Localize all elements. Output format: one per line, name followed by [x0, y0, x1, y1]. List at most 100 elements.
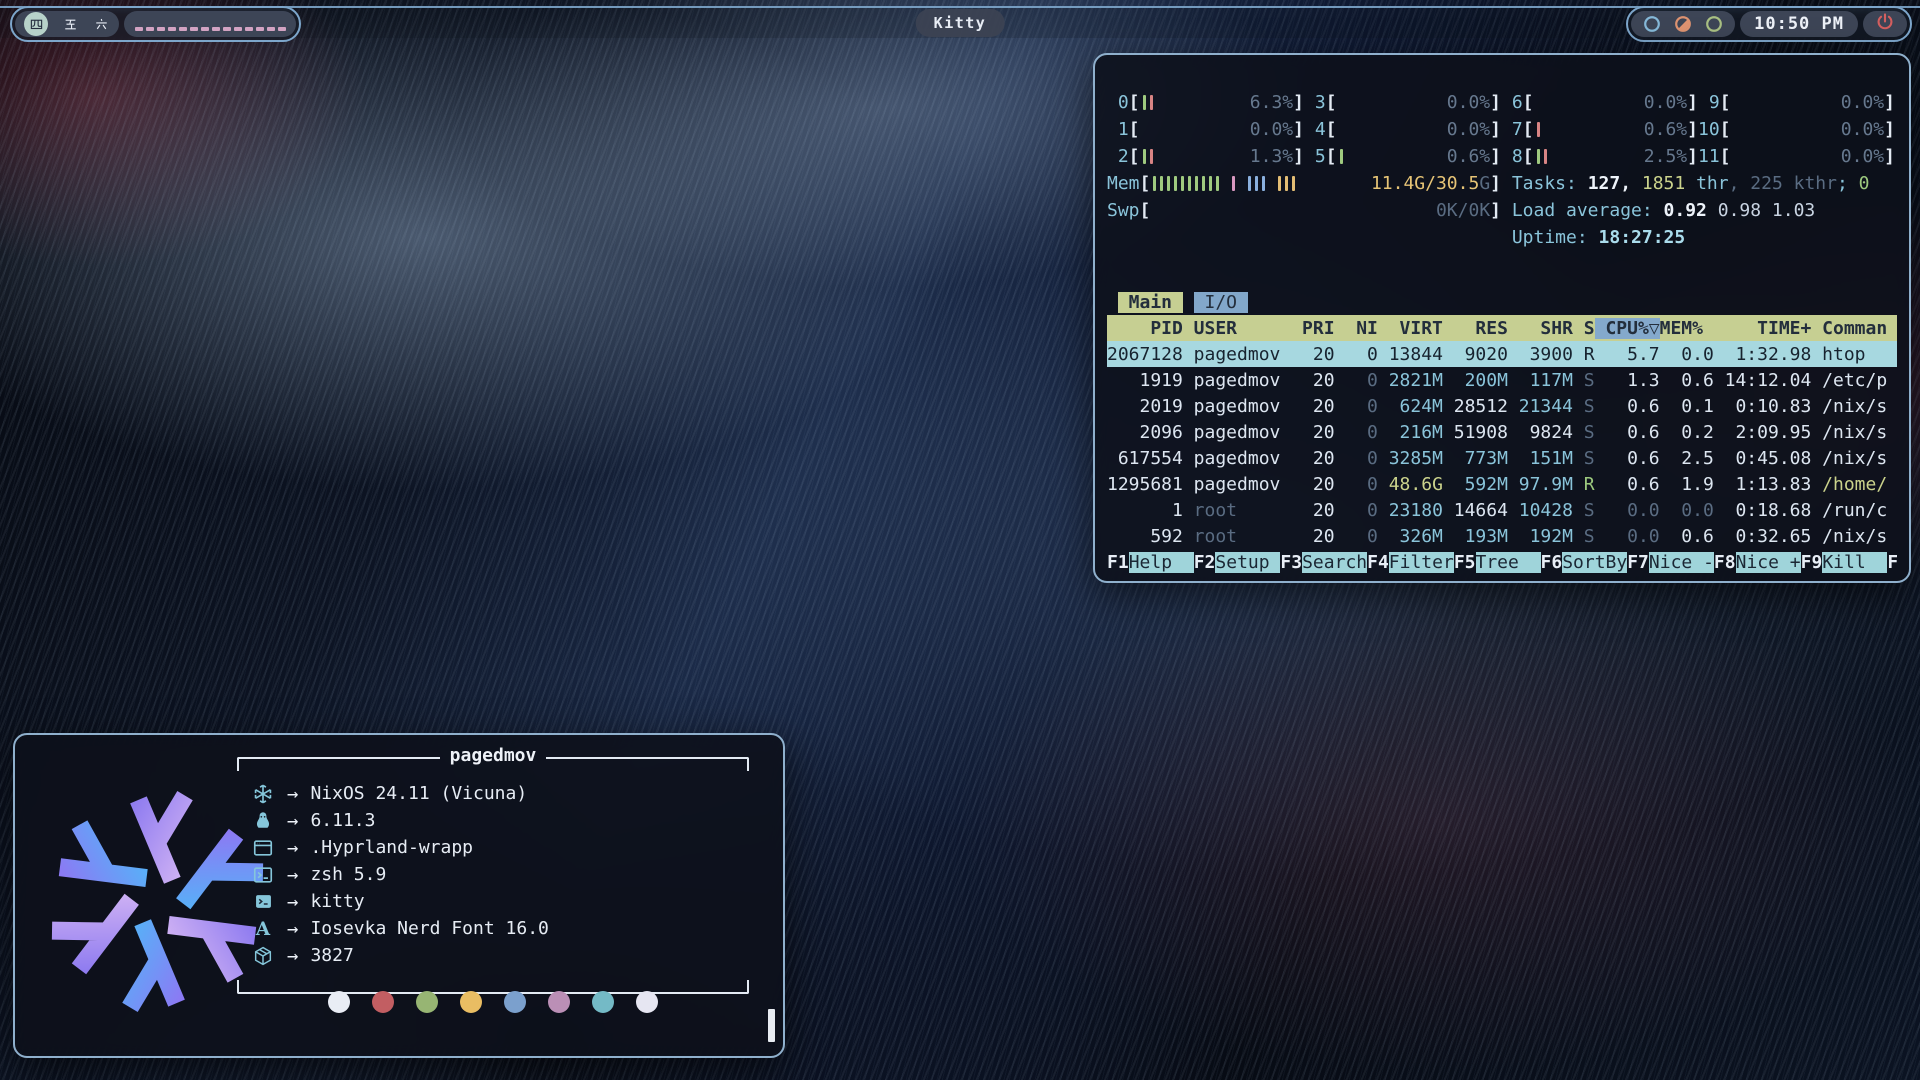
workspace-item-1[interactable]: [24, 12, 48, 36]
cell: htop: [1822, 344, 1897, 365]
htop-window[interactable]: 0[6.3%]3[0.0%]6[0.0%]9[0.0%]1[0.0%]4[0.0…: [1093, 53, 1911, 583]
cell: 0: [1335, 396, 1378, 417]
fkey-f7[interactable]: F7Nice -: [1627, 552, 1714, 573]
cell: S: [1573, 370, 1595, 391]
process-row[interactable]: 617554pagedmov2003285M773M151MS0.62.50:4…: [1107, 445, 1897, 471]
media-dash: [168, 27, 176, 31]
meter-bar: [1188, 176, 1191, 191]
fkey-key: F5: [1454, 552, 1476, 573]
power-button[interactable]: [1863, 11, 1907, 37]
htop-tab-io[interactable]: I/O: [1194, 292, 1248, 313]
palette-dot: [548, 991, 570, 1013]
fetch-entry-value: .Hyprland-wrapp: [310, 837, 473, 858]
cell: 2:09.95: [1714, 422, 1812, 443]
process-row[interactable]: 2019pagedmov200624M2851221344S0.60.10:10…: [1107, 393, 1897, 419]
cpu-meter-value: 0.6%: [1633, 119, 1687, 140]
process-row[interactable]: 2067128pagedmov2001384490203900R5.70.01:…: [1107, 341, 1897, 367]
fkey-key: F8: [1714, 552, 1736, 573]
fkey-f6[interactable]: F6SortBy: [1541, 552, 1628, 573]
cell: pagedmov: [1194, 396, 1292, 417]
cell: 0.6: [1595, 422, 1660, 443]
col-header-s: S: [1573, 318, 1595, 339]
cell: 51908: [1443, 422, 1508, 443]
fetch-entry-value: NixOS 24.11 (Vicuna): [310, 783, 527, 804]
meter-bars: [1150, 176, 1371, 191]
cell: /nix/s: [1822, 422, 1897, 443]
clock-widget[interactable]: 10:50 PM: [1740, 11, 1858, 37]
cell: S: [1573, 448, 1595, 469]
fetch-title: pagedmov: [440, 745, 547, 772]
cpu-meter-value: 1.3%: [1239, 146, 1293, 167]
media-dash: [135, 27, 143, 31]
palette-dot: [416, 991, 438, 1013]
cell: 0.1: [1660, 396, 1714, 417]
fkey-f4[interactable]: F4Filter: [1367, 552, 1454, 573]
fkey-f9[interactable]: F9Kill: [1801, 552, 1888, 573]
fkey-bar: F1HelpF2SetupF3SearchF4FilterF5TreeF6Sor…: [1107, 549, 1897, 575]
media-widget[interactable]: [124, 11, 296, 37]
clock-label: 10:50 PM: [1754, 14, 1844, 34]
cell: 13844: [1378, 344, 1443, 365]
media-dash: [245, 27, 253, 31]
cpu-meter-value: 0.0%: [1436, 92, 1490, 113]
process-row[interactable]: 1295681pagedmov20048.6G592M97.9MR0.61.91…: [1107, 471, 1897, 497]
fetch-entry: →6.11.3: [249, 807, 749, 834]
col-header-comman: Comman: [1822, 318, 1897, 339]
col-header-mem: MEM%: [1660, 318, 1714, 339]
workspace-switcher[interactable]: [15, 11, 119, 37]
cpu-id: 1: [1107, 119, 1129, 140]
process-table: 2067128pagedmov2001384490203900R5.70.01:…: [1107, 341, 1897, 549]
right-bar-island: 10:50 PM: [1626, 6, 1912, 42]
cpu-id: 11: [1698, 146, 1720, 167]
process-row[interactable]: 1root200231801466410428S0.00.00:18.68/ru…: [1107, 497, 1897, 523]
col-header-res: RES: [1443, 318, 1508, 339]
media-progress-dashes: [135, 27, 286, 31]
cpu-meter-9: 9[0.0%]: [1698, 89, 1895, 116]
fetch-entry: A→Iosevka Nerd Font 16.0: [249, 915, 749, 942]
process-table-header[interactable]: PIDUSERPRINIVIRTRESSHRSCPU%▽MEM%TIME+Com…: [1107, 315, 1897, 341]
fkey-f1[interactable]: F1Help: [1107, 552, 1194, 573]
process-row[interactable]: 2096pagedmov200216M519089824S0.60.22:09.…: [1107, 419, 1897, 445]
cell: 1.9: [1660, 474, 1714, 495]
cell: 97.9M: [1508, 474, 1573, 495]
fkey-f3[interactable]: F3Search: [1280, 552, 1367, 573]
cell: pagedmov: [1194, 422, 1292, 443]
htop-tab-main[interactable]: Main: [1118, 292, 1183, 313]
cell: 624M: [1378, 396, 1443, 417]
media-dash: [278, 27, 286, 31]
fetch-entry: →.Hyprland-wrapp: [249, 834, 749, 861]
cell: 21344: [1508, 396, 1573, 417]
fkey-f2[interactable]: F2Setup: [1194, 552, 1281, 573]
status-indicators[interactable]: [1631, 11, 1735, 37]
fkey-f8[interactable]: F8Nice +: [1714, 552, 1801, 573]
media-dash: [223, 27, 231, 31]
workspace-item-2[interactable]: [61, 15, 79, 33]
cell: 9824: [1508, 422, 1573, 443]
cell: pagedmov: [1194, 448, 1292, 469]
fastfetch-window[interactable]: pagedmov → NixOS 24.11 (Vicuna) →6.11.3→.H…: [13, 733, 785, 1058]
cell: R: [1573, 344, 1595, 365]
palette-dot: [592, 991, 614, 1013]
cell: 0.0: [1595, 526, 1660, 547]
meter-bar: [1181, 176, 1184, 191]
process-row[interactable]: 1919pagedmov2002821M200M117MS1.30.614:12…: [1107, 367, 1897, 393]
meter-bar: [1153, 176, 1156, 191]
media-dash: [190, 27, 198, 31]
fetch-entry: →zsh 5.9: [249, 861, 749, 888]
workspace-item-3[interactable]: [92, 15, 110, 33]
cell: 326M: [1378, 526, 1443, 547]
fetch-entry: →kitty: [249, 888, 749, 915]
uptime-line: Uptime: 18:27:25: [1501, 224, 1895, 251]
arrow-icon: →: [287, 891, 298, 913]
cell: S: [1573, 500, 1595, 521]
cell: /run/c: [1822, 500, 1897, 521]
cell: 200M: [1443, 370, 1508, 391]
cell: 592: [1107, 526, 1183, 547]
active-window-title[interactable]: Kitty: [916, 9, 1005, 37]
process-row[interactable]: 592root200326M193M192MS0.00.60:32.65/nix…: [1107, 523, 1897, 549]
fkey-f5[interactable]: F5Tree: [1454, 552, 1541, 573]
fetch-entry: →3827: [249, 942, 749, 969]
palette-dot: [504, 991, 526, 1013]
media-dash: [179, 27, 187, 31]
fkey-f[interactable]: F: [1887, 552, 1897, 573]
